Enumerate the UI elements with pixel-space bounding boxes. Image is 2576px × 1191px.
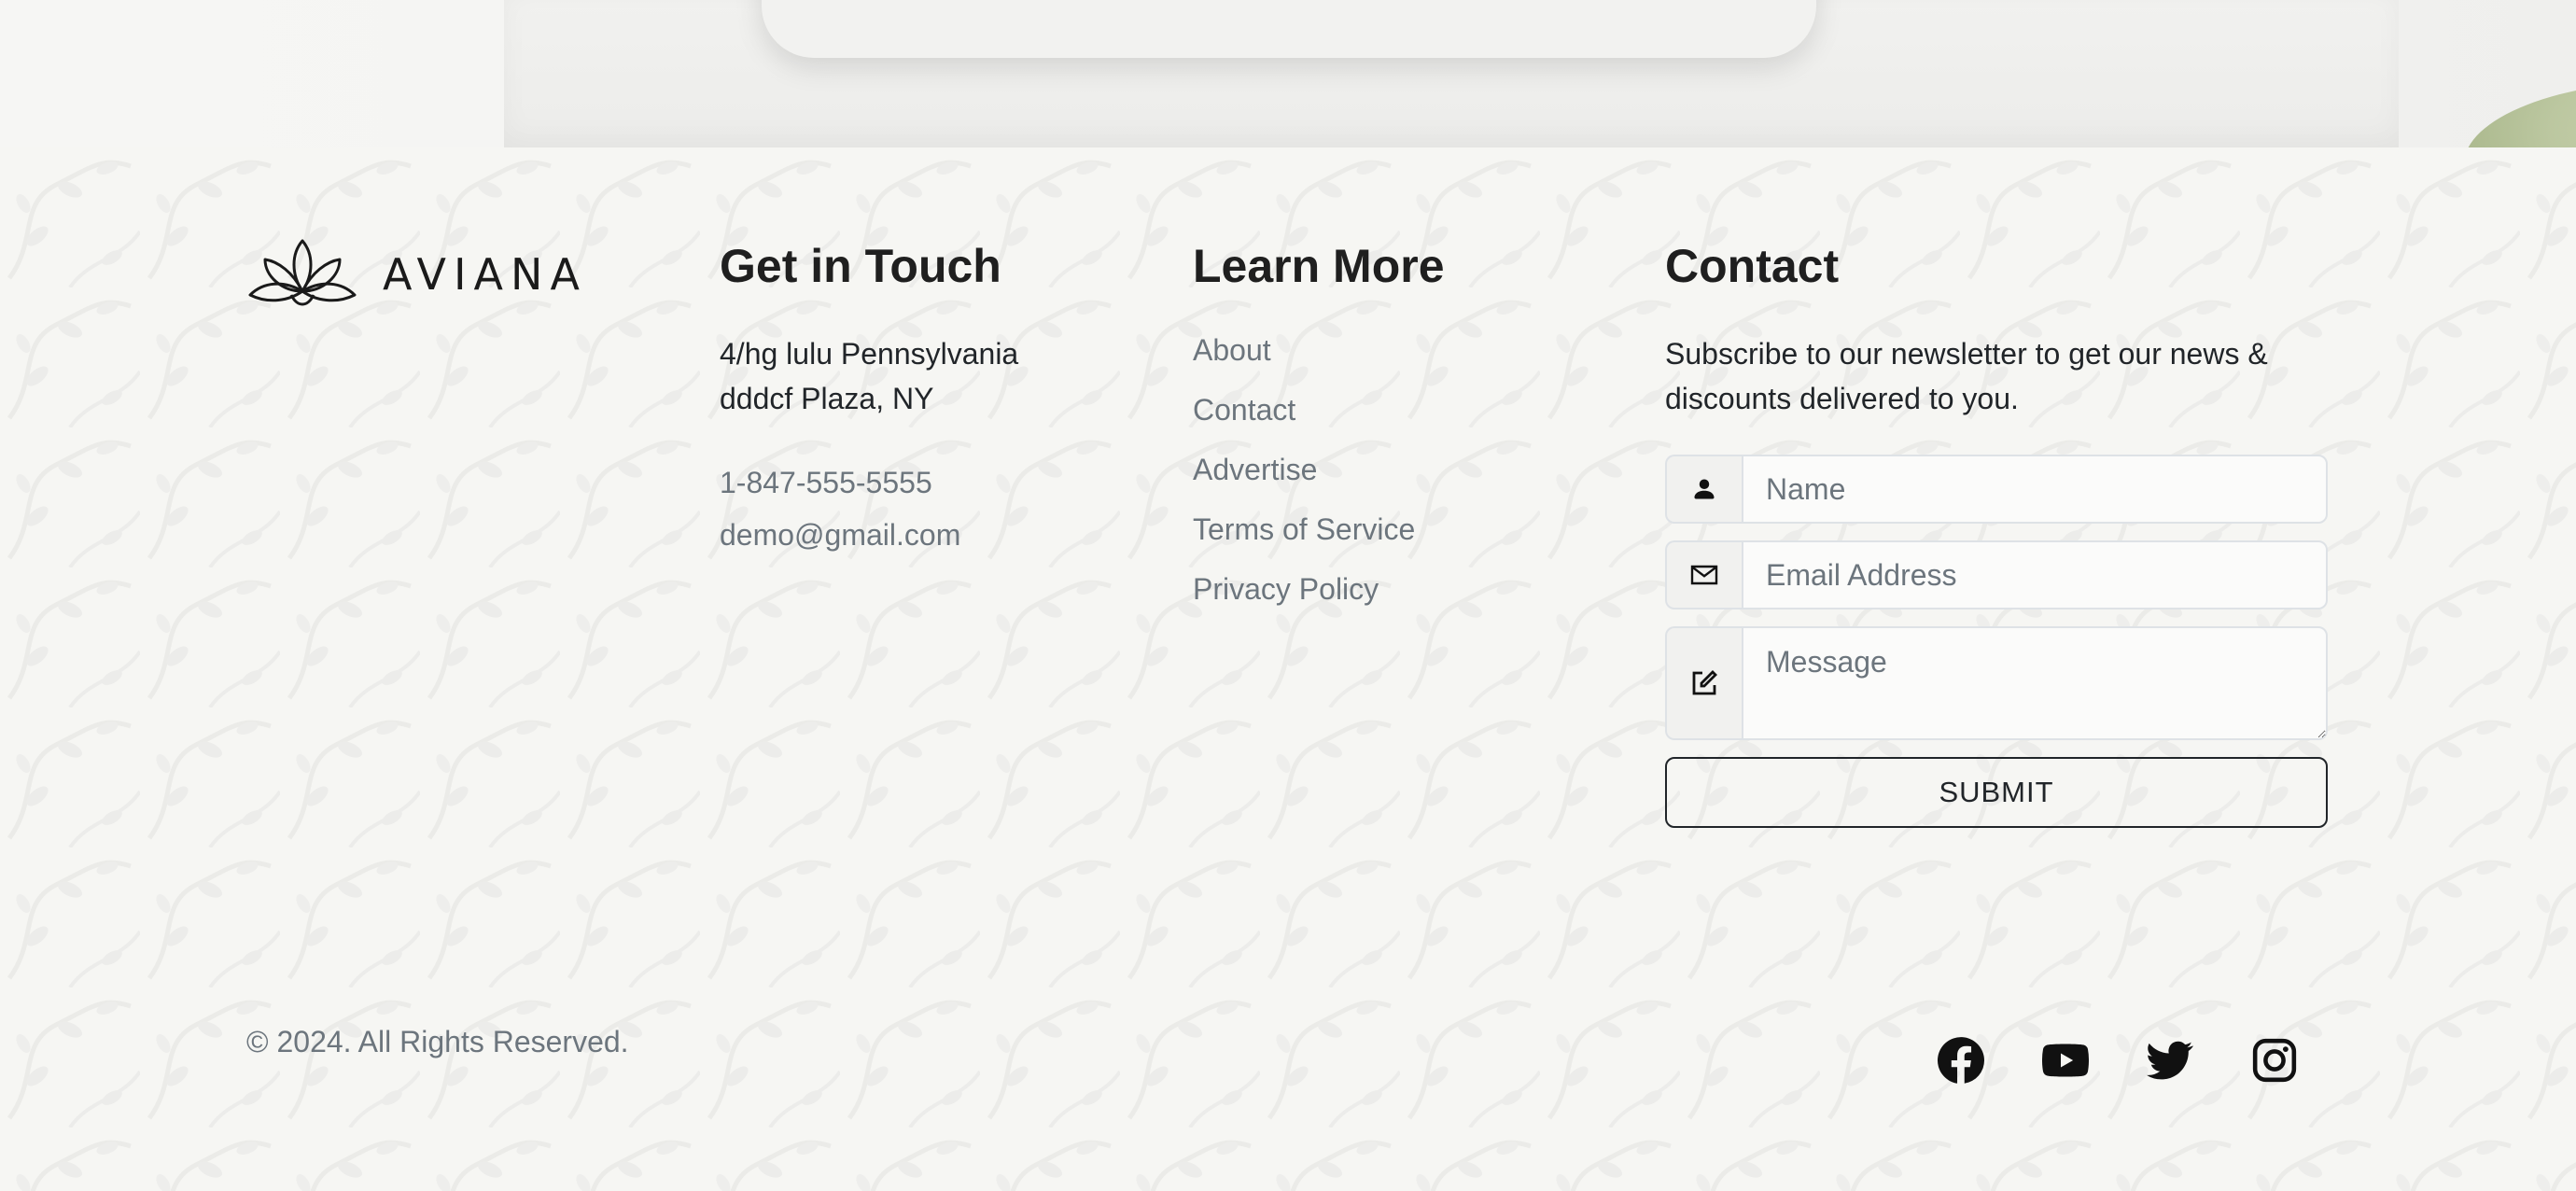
get-in-touch-column: Get in Touch 4/hg lulu Pennsylvania dddc…	[720, 241, 1018, 553]
phone-link[interactable]: 1-847-555-5555	[720, 464, 1018, 501]
link-terms-of-service[interactable]: Terms of Service	[1193, 511, 1445, 548]
message-input-group	[1665, 626, 2328, 740]
link-advertise[interactable]: Advertise	[1193, 451, 1445, 488]
email-input-group	[1665, 540, 2328, 610]
address-line-1: 4/hg lulu Pennsylvania	[720, 337, 1019, 371]
name-input[interactable]	[1742, 455, 2328, 524]
hero-leaf-decoration	[2464, 80, 2576, 147]
learn-more-links: About Contact Advertise Terms of Service…	[1193, 331, 1445, 608]
site-footer: AVIANA Get in Touch 4/hg lulu Pennsylvan…	[0, 147, 2576, 1191]
newsletter-description: Subscribe to our newsletter to get our n…	[1665, 337, 2268, 415]
email-input[interactable]	[1742, 540, 2328, 610]
email-link[interactable]: demo@gmail.com	[720, 516, 1018, 553]
instagram-icon[interactable]	[2250, 1036, 2299, 1085]
address-line-2: dddcf Plaza, NY	[720, 382, 934, 415]
name-input-group	[1665, 455, 2328, 524]
hero-card	[762, 0, 1816, 58]
lotus-icon	[248, 239, 357, 306]
brand-logo[interactable]: AVIANA	[246, 237, 587, 312]
contact-column: Contact Subscribe to our newsletter to g…	[1665, 241, 2337, 828]
brand-name: AVIANA	[383, 249, 587, 300]
contact-heading: Contact	[1665, 240, 1840, 292]
twitter-icon[interactable]	[2146, 1036, 2194, 1085]
link-privacy-policy[interactable]: Privacy Policy	[1193, 570, 1445, 608]
contact-form: SUBMIT	[1665, 455, 2337, 828]
copyright-text: © 2024. All Rights Reserved.	[246, 1025, 629, 1058]
link-contact[interactable]: Contact	[1193, 391, 1445, 428]
learn-more-heading: Learn More	[1193, 240, 1445, 292]
message-textarea[interactable]	[1742, 626, 2328, 740]
link-about[interactable]: About	[1193, 331, 1445, 369]
envelope-icon	[1665, 540, 1742, 610]
youtube-icon[interactable]	[2041, 1036, 2090, 1085]
edit-icon	[1665, 626, 1742, 740]
facebook-icon[interactable]	[1937, 1036, 1985, 1085]
learn-more-column: Learn More About Contact Advertise Terms…	[1193, 241, 1445, 630]
person-icon	[1665, 455, 1742, 524]
address: 4/hg lulu Pennsylvania dddcf Plaza, NY	[720, 331, 1018, 421]
submit-button[interactable]: SUBMIT	[1665, 757, 2328, 828]
hero-bottom-strip	[0, 0, 2576, 147]
get-in-touch-heading: Get in Touch	[720, 240, 1001, 292]
social-links	[1937, 1036, 2355, 1085]
